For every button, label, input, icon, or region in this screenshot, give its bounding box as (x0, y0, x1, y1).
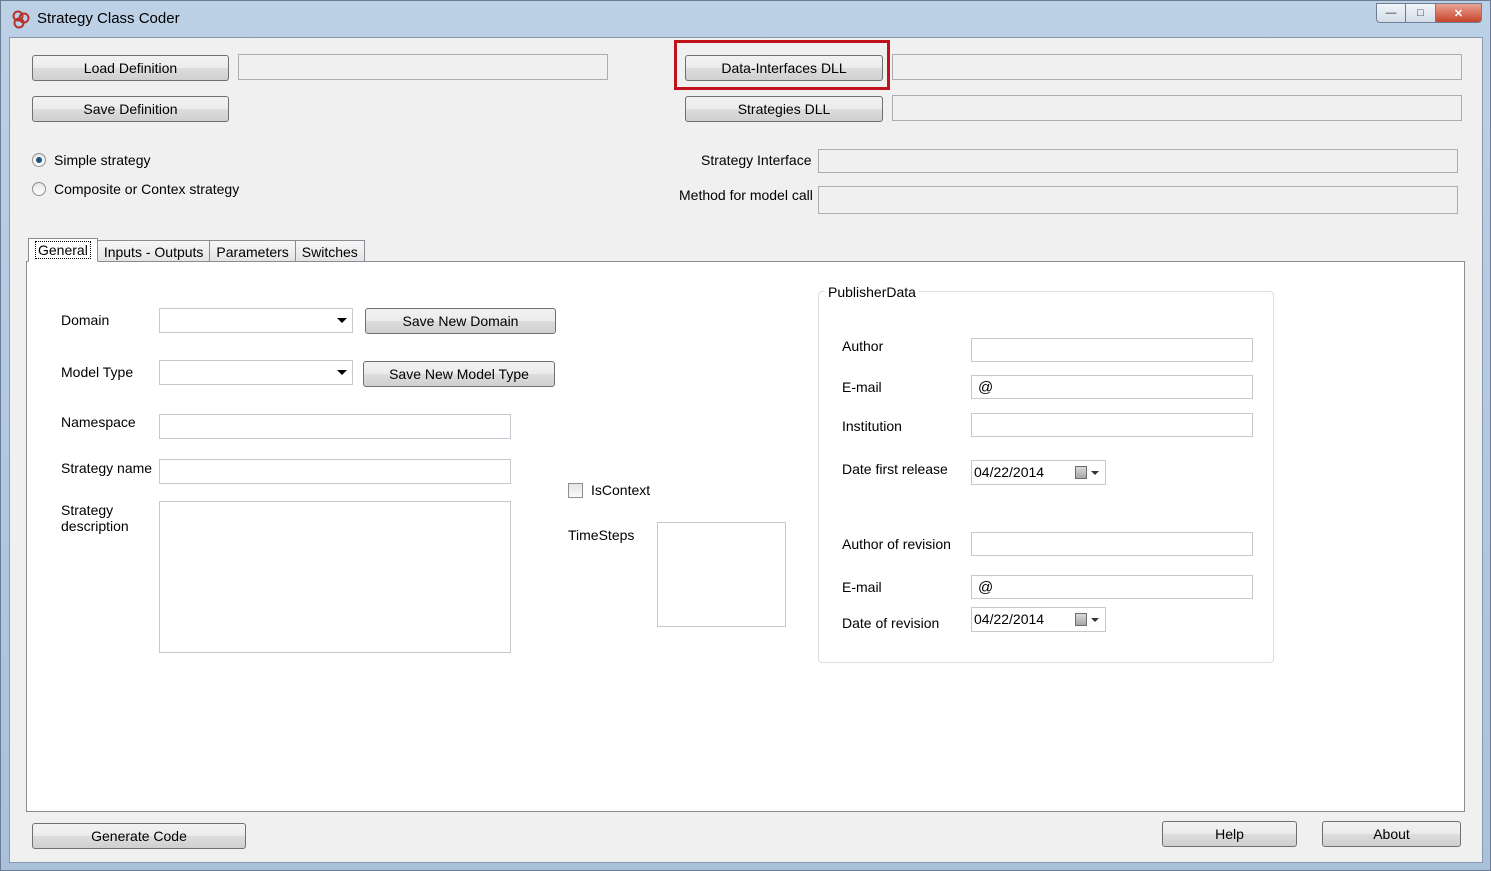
strategy-interface-field[interactable] (818, 149, 1458, 173)
is-context-label: IsContext (591, 482, 651, 498)
method-model-call-field[interactable] (818, 186, 1458, 214)
namespace-label: Namespace (61, 414, 136, 430)
email-value: @ (978, 379, 994, 396)
author-revision-label: Author of revision (842, 536, 951, 552)
method-model-call-label: Method for model call (679, 187, 813, 203)
composite-strategy-radio[interactable] (32, 182, 46, 196)
date-first-release-label: Date first release (842, 461, 948, 477)
strategy-description-textarea[interactable] (159, 501, 511, 653)
institution-input[interactable] (971, 413, 1253, 437)
app-logo-icon (12, 10, 30, 29)
date-first-release-value: 04/22/2014 (974, 464, 1045, 480)
email2-input[interactable]: @ (971, 575, 1253, 599)
close-button[interactable]: ✕ (1436, 3, 1482, 23)
author-label: Author (842, 338, 884, 354)
strategy-interface-label: Strategy Interface (701, 152, 812, 168)
help-button[interactable]: Help (1162, 821, 1297, 847)
strategy-description-label-line2: description (61, 518, 129, 534)
save-definition-button[interactable]: Save Definition (32, 96, 229, 122)
tab-strip: General Inputs - Outputs Parameters Swit… (28, 238, 365, 262)
email-input[interactable]: @ (971, 375, 1253, 399)
is-context-checkbox[interactable] (568, 483, 583, 498)
strategies-dll-button[interactable]: Strategies DLL (685, 96, 883, 122)
timesteps-label: TimeSteps (568, 527, 635, 543)
about-button[interactable]: About (1322, 821, 1461, 847)
data-interfaces-dll-button[interactable]: Data-Interfaces DLL (685, 55, 883, 81)
author-revision-input[interactable] (971, 532, 1253, 556)
strategy-name-label: Strategy name (61, 460, 153, 476)
maximize-button[interactable]: □ (1406, 3, 1436, 23)
date-first-release-picker[interactable]: 04/22/2014 (971, 460, 1106, 485)
model-type-label: Model Type (61, 364, 134, 380)
save-new-domain-button[interactable]: Save New Domain (365, 308, 556, 334)
tab-general-label: General (35, 241, 91, 259)
load-definition-button[interactable]: Load Definition (32, 55, 229, 81)
chevron-down-icon (337, 370, 347, 375)
email-label: E-mail (842, 379, 882, 395)
tab-general[interactable]: General (28, 238, 98, 262)
generate-code-button[interactable]: Generate Code (32, 823, 246, 849)
strategies-dll-field[interactable] (892, 95, 1462, 121)
chevron-down-icon (1091, 471, 1099, 475)
calendar-icon (1075, 613, 1087, 626)
composite-strategy-label: Composite or Contex strategy (54, 181, 240, 197)
save-new-model-type-button[interactable]: Save New Model Type (363, 361, 555, 387)
model-type-select[interactable] (159, 360, 353, 385)
email2-value: @ (978, 579, 994, 596)
tab-inputs-outputs[interactable]: Inputs - Outputs (96, 240, 211, 262)
date-revision-label: Date of revision (842, 615, 940, 631)
chevron-down-icon (1091, 618, 1099, 622)
window-controls: — □ ✕ (1376, 3, 1482, 23)
simple-strategy-radio[interactable] (32, 153, 46, 167)
data-interfaces-dll-field[interactable] (892, 54, 1462, 80)
domain-label: Domain (61, 312, 110, 328)
app-window: Strategy Class Coder — □ ✕ Load Definiti… (0, 0, 1491, 871)
strategy-name-input[interactable] (159, 459, 511, 484)
title-bar[interactable]: Strategy Class Coder — □ ✕ (1, 1, 1490, 37)
namespace-input[interactable] (159, 414, 511, 439)
simple-strategy-label: Simple strategy (54, 152, 151, 168)
date-revision-picker[interactable]: 04/22/2014 (971, 607, 1106, 632)
email2-label: E-mail (842, 579, 882, 595)
timesteps-list[interactable] (657, 522, 786, 627)
tab-switches[interactable]: Switches (294, 240, 365, 262)
window-title: Strategy Class Coder (37, 10, 180, 27)
calendar-icon (1075, 466, 1087, 479)
tab-parameters[interactable]: Parameters (209, 240, 296, 262)
institution-label: Institution (842, 418, 902, 434)
minimize-button[interactable]: — (1376, 3, 1406, 23)
author-input[interactable] (971, 338, 1253, 362)
definition-path-field[interactable] (238, 54, 608, 80)
date-revision-value: 04/22/2014 (974, 611, 1045, 627)
publisher-data-title: PublisherData (825, 284, 919, 300)
strategy-description-label-line1: Strategy (61, 502, 114, 518)
domain-select[interactable] (159, 308, 353, 333)
chevron-down-icon (337, 318, 347, 323)
